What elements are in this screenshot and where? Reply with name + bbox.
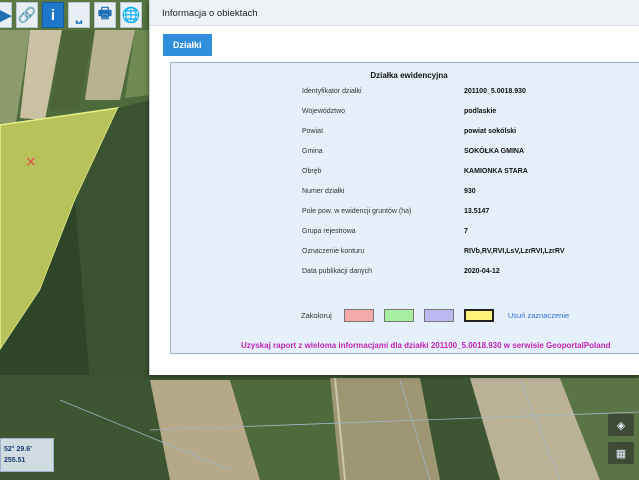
swatch-yellow[interactable] <box>463 308 494 322</box>
row-label: Identyfikator działki <box>302 88 362 95</box>
clear-highlight-link[interactable]: Usuń zaznaczenie <box>508 311 569 320</box>
row-value: 13.5147 <box>464 208 490 215</box>
object-info-window: Informacja o obiektach Działki Działka e… <box>149 0 639 375</box>
row-label: Oznaczenie konturu <box>302 248 365 255</box>
globe-icon[interactable]: 🌐 <box>120 2 142 28</box>
row-value: podlaskie <box>464 108 497 115</box>
tab-content: Działka ewidencyjna Identyfikator działk… <box>164 56 639 359</box>
highlight-controls: Zakoloruj Usuń zaznaczenie <box>301 305 569 325</box>
tab-bar: Działki <box>163 34 212 56</box>
highlight-label: Zakoloruj <box>301 310 332 320</box>
report-link[interactable]: Uzyskaj raport z wieloma informacjami dl… <box>241 341 639 350</box>
row-label: Obręb <box>302 168 322 175</box>
card-title: Działka ewidencyjna <box>370 71 448 80</box>
row-value: 2020-04-12 <box>464 268 500 275</box>
swatch-red[interactable] <box>343 308 374 322</box>
row-value: KAMIONKA STARA <box>464 168 528 175</box>
parcel-card: Działka ewidencyjna Identyfikator działk… <box>170 62 639 354</box>
row-label: Data publikacji danych <box>302 268 373 275</box>
ruler-icon[interactable]: ⎵ <box>68 2 90 28</box>
row-value: 201100_5.0018.930 <box>464 88 526 95</box>
coordinate-line-2: 255.51 <box>4 457 26 464</box>
swatch-green[interactable] <box>383 308 414 322</box>
arrow-right-icon[interactable]: ▶ <box>0 2 12 28</box>
row-label: Gmina <box>302 148 323 155</box>
tab-dzialki[interactable]: Działki <box>163 34 212 56</box>
row-value: RIVb,RV,RVI,LsV,LzrRVI,LzrRV <box>464 248 565 255</box>
row-label: Powiat <box>302 128 324 135</box>
link-icon[interactable]: 🔗 <box>16 2 38 28</box>
print-icon[interactable]: 🖶 <box>94 2 116 28</box>
row-value: powiat sokólski <box>464 128 517 135</box>
row-label: Pole pow. w ewidencji gruntów (ha) <box>302 208 412 215</box>
row-value: 7 <box>464 228 468 235</box>
layers-control-icon[interactable]: ◈ <box>608 414 634 436</box>
coordinate-line-1: 52° 29.6' <box>4 446 32 453</box>
window-title: Informacja o obiektach <box>150 0 639 26</box>
map-toolbar: ▶ 🔗 i ⎵ 🖶 🌐 <box>0 2 142 32</box>
swatch-violet[interactable] <box>423 308 454 322</box>
row-value: SOKÓŁKA GMINA <box>464 148 525 155</box>
coordinate-readout: 52° 29.6' 255.51 <box>0 438 54 472</box>
basemap-control-icon[interactable]: ▦ <box>608 442 634 464</box>
info-icon[interactable]: i <box>42 2 64 28</box>
row-label: Województwo <box>302 108 346 115</box>
row-label: Numer działki <box>302 188 345 195</box>
row-value: 930 <box>464 188 476 195</box>
row-label: Grupa rejestrowa <box>302 228 356 235</box>
parcel-marker-icon: × <box>25 154 37 170</box>
